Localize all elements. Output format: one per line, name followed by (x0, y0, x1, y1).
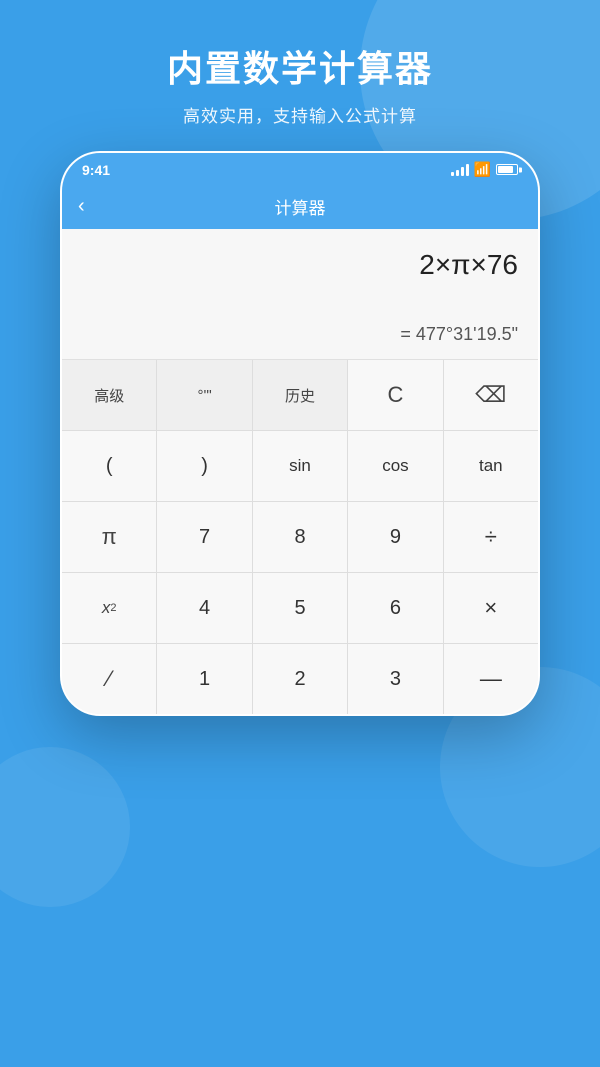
key-5[interactable]: 5 (253, 573, 348, 643)
key-square[interactable]: x2 (62, 573, 157, 643)
key-cos[interactable]: cos (348, 431, 443, 501)
key-clear[interactable]: C (348, 360, 443, 430)
key-4[interactable]: 4 (157, 573, 252, 643)
key-row-1: 高级 °'" 历史 C ⌫ (62, 360, 538, 431)
key-history[interactable]: 历史 (253, 360, 348, 430)
wifi-icon: 📶 (474, 161, 491, 178)
status-icons: 📶 (451, 161, 518, 178)
key-degrees[interactable]: °'" (157, 360, 252, 430)
battery-icon (496, 164, 518, 175)
app-header-title: 计算器 (275, 194, 326, 219)
key-pi[interactable]: π (62, 502, 157, 572)
key-row-2: ( ) sin cos tan (62, 431, 538, 502)
key-backspace[interactable]: ⌫ (444, 360, 538, 430)
calc-result: = 477°31'19.5" (82, 324, 518, 345)
status-time: 9:41 (82, 162, 110, 178)
key-2[interactable]: 2 (253, 644, 348, 714)
key-subtract[interactable]: — (444, 644, 538, 714)
key-row-4: x2 4 5 6 × (62, 573, 538, 644)
key-fraction[interactable]: ⁄ (62, 644, 157, 714)
back-button[interactable]: ‹ (78, 195, 85, 218)
key-sin[interactable]: sin (253, 431, 348, 501)
key-open-paren[interactable]: ( (62, 431, 157, 501)
header-title: 内置数学计算器 (0, 40, 600, 92)
signal-bars-icon (451, 164, 469, 176)
key-6[interactable]: 6 (348, 573, 443, 643)
key-8[interactable]: 8 (253, 502, 348, 572)
phone-mockup: 9:41 📶 ‹ 计算器 2×π×76 = 477°31'1 (0, 151, 600, 716)
key-7[interactable]: 7 (157, 502, 252, 572)
phone-frame: 9:41 📶 ‹ 计算器 2×π×76 = 477°31'1 (60, 151, 540, 716)
key-close-paren[interactable]: ) (157, 431, 252, 501)
calc-input: 2×π×76 (82, 249, 518, 289)
backspace-icon: ⌫ (475, 382, 506, 408)
keypad: 高级 °'" 历史 C ⌫ ( ) sin cos tan π 7 8 (62, 360, 538, 714)
key-advanced[interactable]: 高级 (62, 360, 157, 430)
calculator-display: 2×π×76 = 477°31'19.5" (62, 229, 538, 359)
key-3[interactable]: 3 (348, 644, 443, 714)
key-1[interactable]: 1 (157, 644, 252, 714)
app-header: ‹ 计算器 (62, 184, 538, 229)
key-multiply[interactable]: × (444, 573, 538, 643)
key-divide[interactable]: ÷ (444, 502, 538, 572)
header-section: 内置数学计算器 高效实用，支持输入公式计算 (0, 0, 600, 151)
key-row-3: π 7 8 9 ÷ (62, 502, 538, 573)
key-9[interactable]: 9 (348, 502, 443, 572)
status-bar: 9:41 📶 (62, 153, 538, 184)
key-row-5: ⁄ 1 2 3 — (62, 644, 538, 714)
key-tan[interactable]: tan (444, 431, 538, 501)
header-subtitle: 高效实用，支持输入公式计算 (0, 102, 600, 127)
